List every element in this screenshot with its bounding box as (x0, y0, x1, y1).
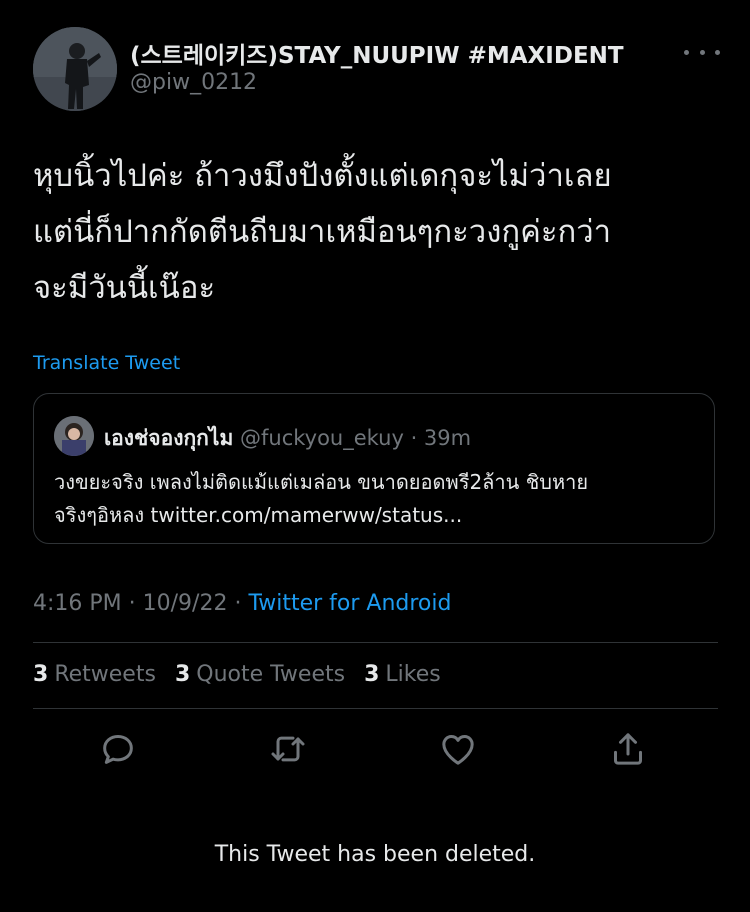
quote-tweets-stat[interactable]: 3 Quote Tweets (175, 662, 345, 687)
quoted-author-meta: @fuckyou_ekuy · 39m (233, 426, 472, 450)
retweets-label: Retweets (54, 662, 156, 687)
retweets-count: 3 (33, 662, 49, 687)
tweet-text-line: แต่นี่ก็ปากกัดตีนถีบมาเหมือนๆกะวงกูค่ะกว… (33, 214, 612, 250)
timestamp-separator: · (121, 591, 143, 616)
tweet-date: 10/9/22 (142, 591, 228, 616)
quote-tweets-label: Quote Tweets (196, 662, 346, 687)
likes-label: Likes (385, 662, 441, 687)
tweet-text-line: หุบนิ้วไปค่ะ ถ้าวงมึงปังตั้งแต่เดกุจะไม่… (33, 158, 612, 194)
tweet-time: 4:16 PM (33, 591, 122, 616)
likes-stat[interactable]: 3 Likes (364, 662, 441, 687)
tweet-stats: 3 Retweets 3 Quote Tweets 3 Likes (33, 662, 441, 687)
quoted-text-line: วงขยะจริง เพลงไม่ติดแม้แต่เมล่อน ขนาดยอด… (54, 470, 589, 494)
quoted-tweet[interactable]: เองช่จองกุกไม @fuckyou_ekuy · 39m วงขยะจ… (33, 393, 715, 544)
quoted-header: เองช่จองกุกไม @fuckyou_ekuy · 39m (104, 422, 471, 455)
author-avatar[interactable] (33, 27, 117, 111)
translate-tweet-link[interactable]: Translate Tweet (33, 352, 180, 374)
tweet-text: หุบนิ้วไปค่ะ ถ้าวงมึงปังตั้งแต่เดกุจะไม่… (33, 148, 723, 316)
retweets-stat[interactable]: 3 Retweets (33, 662, 156, 687)
divider (33, 708, 718, 709)
more-icon[interactable] (684, 45, 720, 59)
reply-icon[interactable] (96, 727, 140, 771)
quoted-text-line: จริงๆอิหลง twitter.com/mamerww/status... (54, 503, 463, 527)
retweet-icon[interactable] (266, 727, 310, 771)
tweet-text-line: จะมีวันนี้เน๊อะ (33, 270, 216, 306)
tweet-timestamp: 4:16 PM · 10/9/22 · Twitter for Android (33, 591, 451, 616)
author-name[interactable]: (스트레이키즈)STAY_NUUPIW #MAXIDENT (130, 36, 624, 70)
quoted-author-name: เองช่จองกุกไม (104, 426, 234, 450)
author-handle[interactable]: @piw_0212 (130, 70, 257, 95)
divider (33, 642, 718, 643)
deleted-tweet-notice: This Tweet has been deleted. (214, 842, 536, 867)
likes-count: 3 (364, 662, 380, 687)
tweet-source-link[interactable]: Twitter for Android (248, 591, 451, 616)
share-icon[interactable] (606, 727, 650, 771)
quoted-text: วงขยะจริง เพลงไม่ติดแม้แต่เมล่อน ขนาดยอด… (54, 466, 694, 532)
quoted-author-avatar (54, 416, 94, 456)
like-icon[interactable] (436, 727, 480, 771)
timestamp-separator: · (227, 591, 249, 616)
quote-tweets-count: 3 (174, 662, 191, 687)
